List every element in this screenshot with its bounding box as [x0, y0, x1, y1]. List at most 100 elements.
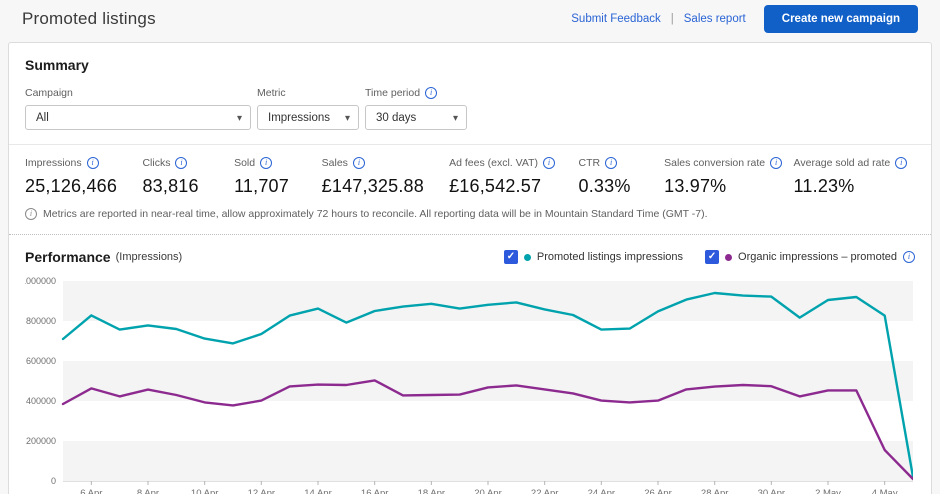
metric-average-sold-ad-rate: Average sold ad rate 11.23% [794, 157, 915, 197]
legend-label: Organic impressions – promoted [738, 251, 897, 263]
x-tick-label: 28 Apr [701, 488, 728, 494]
x-tick-label: 4 May [872, 488, 898, 494]
checkbox-checked-icon[interactable] [705, 250, 720, 264]
info-icon[interactable] [175, 157, 188, 169]
time-period-dropdown[interactable]: 30 days [365, 105, 467, 130]
y-tick-label: 600000 [26, 356, 56, 366]
x-tick-label: 12 Apr [248, 488, 275, 494]
section-divider [9, 144, 931, 145]
campaign-dropdown-value: All [36, 111, 49, 124]
info-icon [25, 208, 37, 220]
chart-container: 0 200000 400000 600000 800000 1000000 6 Apr 8 A… [25, 275, 915, 494]
metric-filter: Metric Impressions [257, 87, 359, 130]
metric-value: 83,816 [142, 176, 199, 196]
summary-heading: Summary [25, 57, 89, 73]
plot-band [63, 401, 913, 441]
metric-impressions: Impressions 25,126,466 [25, 157, 142, 197]
chevron-down-icon [453, 107, 458, 125]
topbar-actions: Submit Feedback | Sales report Create ne… [571, 5, 918, 33]
metric-label: Sales conversion rate [664, 157, 766, 169]
performance-subheading: (Impressions) [115, 251, 183, 263]
x-tick-label: 26 Apr [644, 488, 671, 494]
metrics-row: Impressions 25,126,466 Clicks 83,816 Sol… [25, 157, 915, 197]
performance-heading: Performance [25, 249, 111, 265]
metric-sold: Sold 11,707 [234, 157, 322, 197]
x-tick-label: 10 Apr [191, 488, 218, 494]
x-tick-label: 16 Apr [361, 488, 388, 494]
metric-clicks: Clicks 83,816 [142, 157, 234, 197]
info-icon[interactable] [425, 87, 438, 99]
sales-report-link[interactable]: Sales report [684, 13, 746, 25]
filter-row: Campaign All Metric Impressions Time per… [25, 87, 915, 130]
metric-value: £147,325.88 [321, 176, 424, 196]
metric-sales-conversion-rate: Sales conversion rate 13.97% [664, 157, 793, 197]
x-tick-label: 24 Apr [588, 488, 615, 494]
info-icon[interactable] [542, 157, 555, 169]
metric-value: 25,126,466 [25, 176, 118, 196]
y-tick-label: 0 [51, 476, 56, 486]
time-period-filter-label: Time period [365, 87, 421, 99]
x-tick-label: 2 May [815, 488, 841, 494]
metric-label: Ad fees (excl. VAT) [449, 157, 538, 169]
legend-item-promoted[interactable]: Promoted listings impressions [503, 250, 684, 264]
info-icon[interactable] [770, 157, 783, 169]
info-icon[interactable] [352, 157, 365, 169]
chevron-down-icon [345, 107, 350, 125]
y-tick-label: 800000 [26, 316, 56, 326]
performance-header: Performance (Impressions) Promoted listi… [25, 249, 915, 265]
link-separator: | [670, 13, 674, 25]
x-tick-label: 6 Apr [80, 488, 102, 494]
x-tick-label: 22 Apr [531, 488, 558, 494]
performance-chart: 0 200000 400000 600000 800000 1000000 6 Apr 8 A… [25, 276, 913, 494]
plot-band [63, 321, 913, 361]
page-title: Promoted listings [22, 9, 156, 28]
campaign-dropdown[interactable]: All [25, 105, 251, 130]
x-tick-label: 14 Apr [304, 488, 331, 494]
y-tick-label: 400000 [26, 396, 56, 406]
x-tick-label: 18 Apr [418, 488, 445, 494]
metric-sales: Sales £147,325.88 [322, 157, 449, 197]
metric-label: Clicks [142, 157, 171, 169]
metric-label: CTR [578, 157, 601, 169]
chart-legend: Promoted listings impressions Organic im… [503, 250, 915, 264]
time-period-filter: Time period 30 days [365, 87, 467, 130]
metric-value: £16,542.57 [449, 176, 542, 196]
series-color-dot [523, 253, 531, 261]
dotted-divider [9, 234, 931, 235]
metric-label: Average sold ad rate [793, 157, 891, 169]
info-icon[interactable] [86, 157, 99, 169]
campaign-filter-label: Campaign [25, 87, 73, 99]
campaign-filter: Campaign All [25, 87, 251, 130]
plot-band [63, 361, 913, 401]
topbar: Promoted listings Submit Feedback | Sale… [0, 0, 940, 38]
metric-ad-fees: Ad fees (excl. VAT) £16,542.57 [449, 157, 578, 197]
y-tick-label: 1000000 [25, 276, 56, 286]
metric-dropdown[interactable]: Impressions [257, 105, 359, 130]
checkbox-checked-icon[interactable] [503, 250, 518, 264]
y-tick-label: 200000 [26, 436, 56, 446]
metric-dropdown-value: Impressions [268, 111, 330, 124]
metric-value: 0.33% [578, 176, 631, 196]
info-icon[interactable] [260, 157, 273, 169]
legend-item-organic[interactable]: Organic impressions – promoted [705, 250, 915, 264]
info-icon[interactable] [605, 157, 618, 169]
plot-band [63, 281, 913, 321]
metrics-note: Metrics are reported in near-real time, … [25, 208, 915, 220]
series-color-dot [725, 253, 733, 261]
metric-label: Sold [234, 157, 256, 169]
x-tick-label: 20 Apr [474, 488, 501, 494]
info-icon[interactable] [903, 251, 915, 263]
submit-feedback-link[interactable]: Submit Feedback [571, 13, 661, 25]
create-campaign-button[interactable]: Create new campaign [763, 5, 918, 33]
metric-label: Impressions [25, 157, 82, 169]
legend-label: Promoted listings impressions [536, 251, 684, 263]
chevron-down-icon [237, 107, 242, 125]
metric-value: 11,707 [234, 176, 289, 196]
metrics-note-text: Metrics are reported in near-real time, … [43, 208, 708, 220]
metric-ctr: CTR 0.33% [579, 157, 665, 197]
x-tick-label: 8 Apr [137, 488, 159, 494]
info-icon[interactable] [895, 157, 908, 169]
summary-card: Summary Campaign All Metric Impressions … [8, 42, 932, 494]
plot-band [63, 441, 913, 481]
metric-filter-label: Metric [257, 87, 286, 99]
